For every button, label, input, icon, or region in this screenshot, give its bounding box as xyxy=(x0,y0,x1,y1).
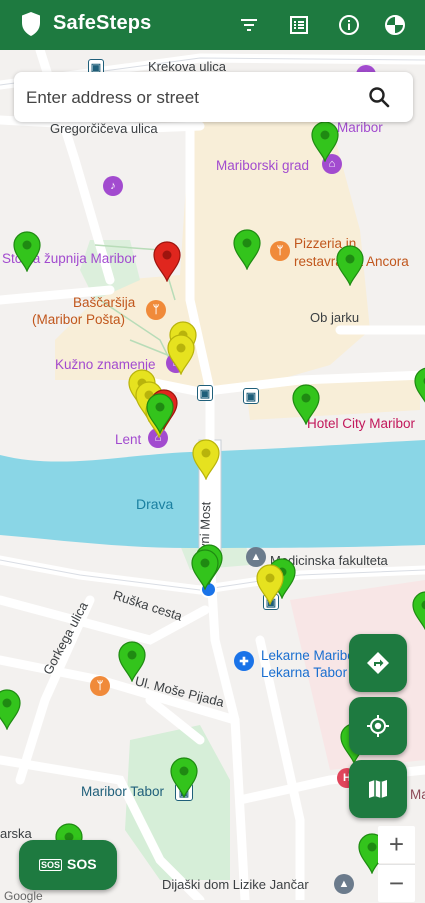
bus-stop-icon: ▣ xyxy=(197,385,213,401)
list-button[interactable] xyxy=(284,10,314,40)
sos-label: SOS xyxy=(67,856,97,872)
zoom-in-button[interactable]: + xyxy=(378,826,415,863)
list-icon xyxy=(289,15,309,35)
sos-button[interactable]: SOS SOS xyxy=(19,840,117,890)
restaurant-icon: ᛘ xyxy=(146,300,166,320)
my-location-icon xyxy=(365,713,391,739)
map-marker-yellow[interactable] xyxy=(165,333,197,375)
my-location-button[interactable] xyxy=(349,697,407,755)
label-lekarne-1: Lekarne Maribor xyxy=(261,648,359,664)
restaurant-icon: ᛘ xyxy=(90,676,110,696)
filter-icon xyxy=(239,15,259,35)
label-drava: Drava xyxy=(136,496,173,512)
label-lekarne-2: Lekarna Tabor xyxy=(261,665,347,681)
map-marker-green[interactable] xyxy=(410,590,425,632)
map-marker-green[interactable] xyxy=(189,548,221,590)
pharmacy-icon: ✚ xyxy=(234,651,254,671)
school-icon: ▲ xyxy=(334,874,354,894)
map-marker-red[interactable] xyxy=(151,240,183,282)
map-marker-green[interactable] xyxy=(0,688,23,730)
map-marker-green[interactable] xyxy=(116,640,148,682)
shield-icon xyxy=(20,11,42,37)
map-marker-green[interactable] xyxy=(11,230,43,272)
zoom-out-button[interactable]: − xyxy=(378,864,415,902)
map-marker-green[interactable] xyxy=(231,228,263,270)
map-marker-green[interactable] xyxy=(309,120,341,162)
map-marker-yellow[interactable] xyxy=(254,563,286,605)
map-marker-green[interactable] xyxy=(290,383,322,425)
directions-icon xyxy=(365,650,391,676)
info-icon xyxy=(338,14,360,36)
search-bar xyxy=(14,72,413,122)
label-right-m: Ma xyxy=(410,787,425,802)
map-attribution: Google xyxy=(4,889,43,903)
info-button[interactable] xyxy=(334,10,364,40)
label-arska: arska xyxy=(0,826,32,841)
label-bascarsija-2: (Maribor Pošta) xyxy=(32,312,125,327)
directions-button[interactable] xyxy=(349,634,407,692)
label-gregorciceva: Gregorčičeva ulica xyxy=(50,121,158,136)
bus-stop-icon: ▣ xyxy=(243,388,259,404)
restaurant-icon: ᛘ xyxy=(270,241,290,261)
map-icon xyxy=(366,777,390,801)
map-marker-green[interactable] xyxy=(334,244,366,286)
map-marker-green[interactable] xyxy=(168,756,200,798)
map-marker-yellow[interactable] xyxy=(190,438,222,480)
label-tabor: Maribor Tabor xyxy=(81,784,164,799)
stats-button[interactable] xyxy=(380,10,410,40)
filter-button[interactable] xyxy=(234,10,264,40)
music-venue-icon: ♪ xyxy=(103,176,123,196)
search-input[interactable] xyxy=(24,80,358,116)
label-dijaski: Dijaški dom Lizike Jančar xyxy=(162,877,309,892)
app-title: SafeSteps xyxy=(53,12,152,35)
label-bascarsija-1: Baščaršija xyxy=(73,295,135,310)
sos-icon: SOS xyxy=(39,859,62,871)
label-ob-jarku: Ob jarku xyxy=(310,310,359,325)
label-lent: Lent xyxy=(115,432,141,447)
label-mariborski-grad: Mariborski grad xyxy=(216,158,309,173)
label-hotel: Hotel City Maribor xyxy=(307,416,415,431)
map-marker-green[interactable] xyxy=(412,366,425,408)
app-bar: SafeSteps xyxy=(0,0,425,50)
map-marker-green[interactable] xyxy=(144,392,176,434)
label-maribor-top: Maribor xyxy=(337,120,383,135)
pie-chart-icon xyxy=(384,14,406,36)
search-icon[interactable] xyxy=(367,85,391,109)
map-layers-button[interactable] xyxy=(349,760,407,818)
